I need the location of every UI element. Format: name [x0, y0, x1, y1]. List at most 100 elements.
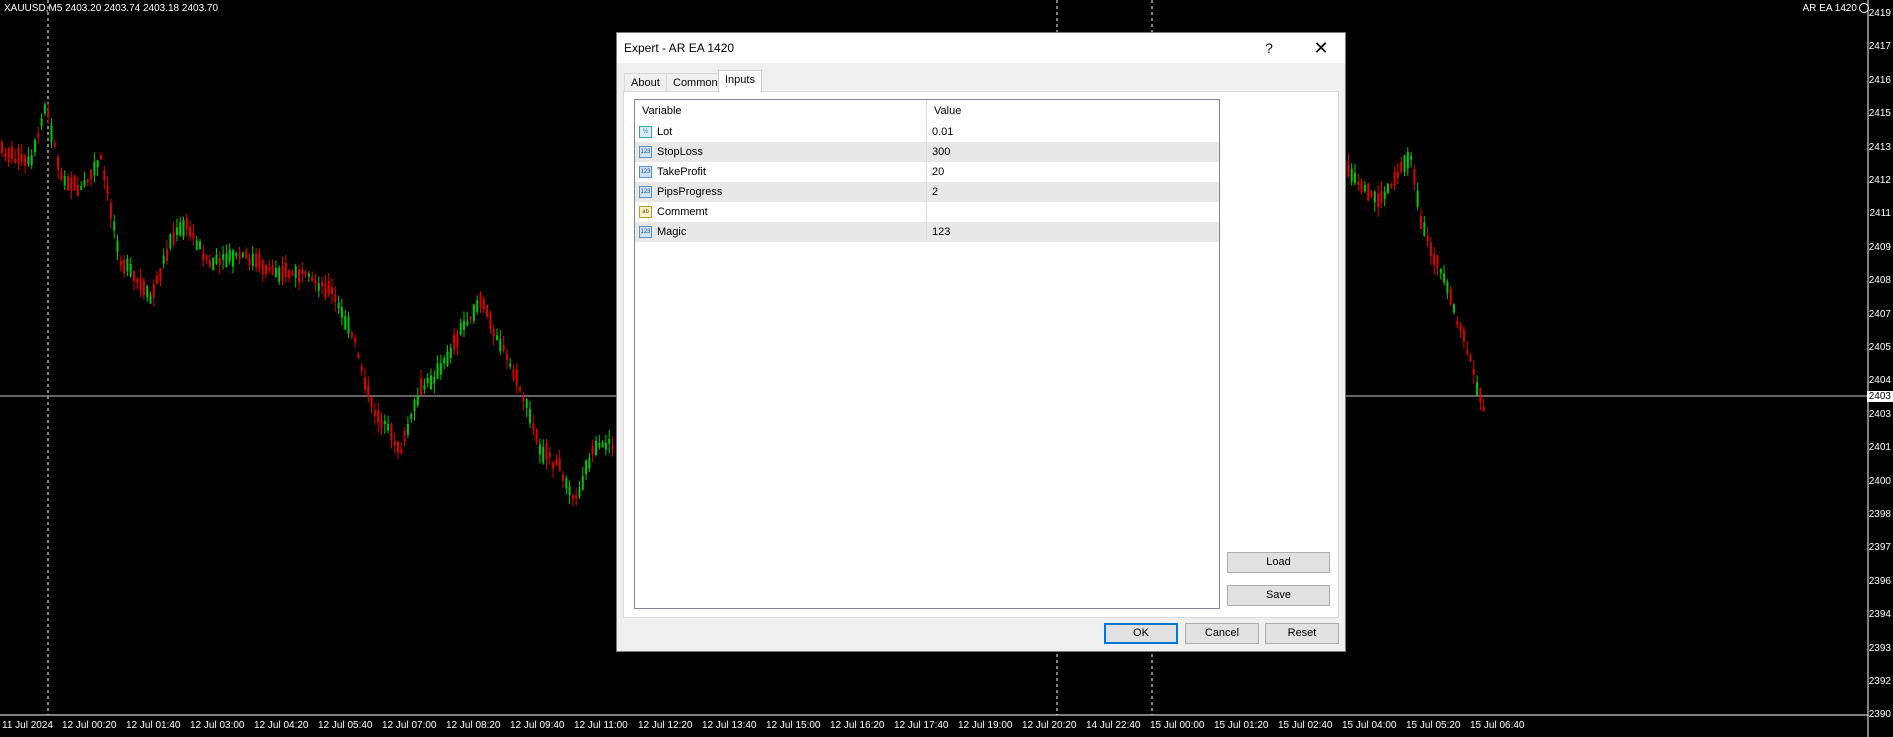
expert-label[interactable]: AR EA 1420: [1803, 3, 1857, 14]
current-price-marker: 2403: [1866, 391, 1893, 402]
price-tick: 2396: [1868, 575, 1891, 587]
candle-body: [433, 376, 436, 384]
candle-body: [202, 252, 205, 261]
input-row[interactable]: 123 StopLoss 300: [635, 142, 1219, 162]
integer-type-icon: 123: [639, 146, 652, 158]
reset-button[interactable]: Reset: [1265, 623, 1339, 644]
candle-body: [367, 385, 370, 398]
variable-cell[interactable]: 123 TakeProfit: [635, 162, 927, 182]
input-row[interactable]: 123 PipsProgress 2: [635, 182, 1219, 202]
candle-body: [179, 222, 182, 236]
tab-inputs[interactable]: Inputs: [718, 70, 762, 92]
column-header-variable[interactable]: Variable: [635, 100, 927, 122]
candle-body: [555, 459, 558, 466]
candle-body: [86, 179, 89, 183]
price-tick: 2409: [1868, 241, 1891, 253]
variable-cell[interactable]: ab Commemt: [635, 202, 927, 222]
time-tick: 12 Jul 01:40: [126, 720, 181, 731]
time-tick: 12 Jul 13:40: [702, 720, 757, 731]
candle-body: [241, 252, 244, 257]
candle-body: [288, 270, 291, 278]
time-tick: 15 Jul 01:20: [1214, 720, 1269, 731]
candle-body: [73, 175, 76, 190]
candle-body: [1420, 215, 1422, 230]
candle-body: [47, 111, 50, 116]
candle-body: [126, 258, 129, 272]
candle-body: [93, 161, 96, 176]
candle-body: [311, 276, 314, 281]
candle-body: [109, 203, 112, 219]
save-button[interactable]: Save: [1227, 585, 1330, 606]
value-cell[interactable]: 300: [932, 146, 950, 158]
price-tick: 2390: [1868, 709, 1891, 721]
candle-body: [1350, 168, 1353, 183]
variable-name: Commemt: [657, 206, 708, 218]
candle-body: [436, 362, 439, 379]
value-cell[interactable]: 0.01: [932, 126, 953, 138]
candle-body: [116, 241, 119, 252]
candle-body: [156, 275, 159, 284]
candle-body: [1476, 382, 1479, 396]
candle-body: [380, 419, 383, 429]
tab-about[interactable]: About: [624, 73, 667, 91]
candle-body: [410, 413, 413, 419]
candle-body: [522, 396, 525, 402]
close-button[interactable]: ✕: [1309, 37, 1333, 59]
value-cell[interactable]: 123: [932, 226, 950, 238]
time-tick: 15 Jul 05:20: [1406, 720, 1461, 731]
candle-body: [486, 305, 489, 317]
cancel-button[interactable]: Cancel: [1185, 623, 1259, 644]
input-row[interactable]: ½ Lot 0.01: [635, 122, 1219, 142]
candle-body: [228, 249, 231, 262]
integer-type-icon: 123: [639, 166, 652, 178]
candle-body: [390, 424, 393, 441]
symbol-info: XAUUSD,M5 2403.20 2403.74 2403.18 2403.7…: [4, 3, 219, 14]
candle-body: [175, 227, 178, 236]
candle-body: [535, 428, 538, 443]
candle-body: [499, 338, 502, 352]
candle-body: [1406, 151, 1409, 169]
candle-body: [278, 267, 281, 282]
candle-body: [1383, 191, 1386, 200]
price-tick: 2416: [1868, 74, 1891, 86]
input-row[interactable]: ab Commemt: [635, 202, 1219, 222]
candle-body: [1403, 155, 1406, 172]
time-tick: 12 Jul 03:00: [190, 720, 245, 731]
candle-body: [57, 157, 60, 170]
candle-body: [1390, 184, 1393, 188]
value-cell[interactable]: 20: [932, 166, 944, 178]
candle-body: [208, 260, 211, 267]
candle-body: [347, 316, 350, 334]
ok-button[interactable]: OK: [1104, 623, 1178, 644]
variable-cell[interactable]: 123 PipsProgress: [635, 182, 927, 202]
candle-body: [294, 266, 297, 278]
input-row[interactable]: 123 TakeProfit 20: [635, 162, 1219, 182]
dialog-titlebar[interactable]: Expert - AR EA 1420 ? ✕: [617, 33, 1345, 63]
help-button[interactable]: ?: [1257, 37, 1281, 59]
input-row[interactable]: 123 Magic 123: [635, 222, 1219, 242]
candle-body: [585, 460, 588, 475]
time-tick: 12 Jul 05:40: [318, 720, 373, 731]
smiley-icon: [1859, 3, 1869, 13]
candle-body: [271, 264, 274, 275]
variable-cell[interactable]: ½ Lot: [635, 122, 927, 142]
inputs-grid[interactable]: Variable Value ½ Lot 0.01 123 StopLoss 300 123…: [634, 99, 1220, 609]
variable-cell[interactable]: 123 StopLoss: [635, 142, 927, 162]
candle-body: [146, 286, 149, 298]
column-header-value[interactable]: Value: [927, 100, 1219, 122]
candle-body: [304, 271, 307, 275]
price-tick: 2401: [1868, 442, 1891, 454]
time-tick: 12 Jul 07:00: [382, 720, 437, 731]
price-tick: 2405: [1868, 342, 1891, 353]
candle-body: [456, 333, 459, 348]
value-cell[interactable]: 2: [932, 186, 938, 198]
tab-common[interactable]: Common: [666, 73, 725, 91]
price-tick: 2400: [1868, 475, 1891, 487]
candle-body: [545, 443, 548, 461]
variable-name: StopLoss: [657, 146, 703, 158]
load-button[interactable]: Load: [1227, 552, 1330, 573]
candle-body: [416, 396, 419, 406]
candle-body: [568, 486, 571, 496]
variable-cell[interactable]: 123 Magic: [635, 222, 927, 242]
candle-body: [337, 302, 340, 309]
